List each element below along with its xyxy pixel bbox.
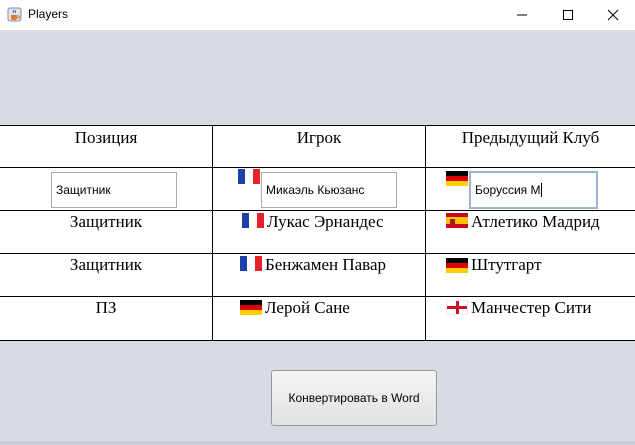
row-club: Штутгарт (471, 255, 542, 274)
germany-flag-icon (446, 171, 468, 186)
row-divider (0, 253, 635, 254)
text-caret (541, 183, 543, 197)
close-icon (607, 9, 619, 21)
close-button[interactable] (590, 0, 635, 30)
title-bar: Players (0, 0, 635, 30)
convert-button-label: Конвертировать в Word (288, 391, 420, 405)
maximize-icon (563, 10, 573, 20)
spain-flag-icon (446, 213, 468, 228)
window-title: Players (28, 7, 69, 21)
player-input[interactable]: Микаэль Кьюзанс (261, 172, 397, 208)
row-divider (0, 210, 635, 211)
convert-to-word-button[interactable]: Конвертировать в Word (271, 370, 437, 426)
row-divider (0, 167, 635, 168)
club-input-value: Боруссия М (475, 183, 541, 197)
java-cup-icon (7, 7, 22, 22)
row-position: Защитник (69, 255, 143, 274)
row-player: Лерой Сане (265, 298, 350, 317)
header-position: Позиция (74, 128, 138, 147)
header-previous-club: Предыдущий Клуб (461, 128, 600, 147)
position-input-value: Защитник (56, 183, 111, 197)
players-table: Позиция Игрок Предыдущий Клуб Защитник М… (0, 125, 635, 341)
england-flag-icon (446, 300, 468, 315)
column-divider (425, 126, 426, 340)
header-player: Игрок (296, 128, 342, 147)
position-input[interactable]: Защитник (51, 172, 177, 208)
maximize-button[interactable] (545, 0, 591, 30)
germany-flag-icon (446, 258, 468, 273)
france-flag-icon (238, 169, 260, 184)
minimize-icon (517, 14, 527, 16)
row-player: Лукас Эрнандес (267, 212, 384, 231)
club-input[interactable]: Боруссия М (469, 171, 598, 209)
row-divider (0, 296, 635, 297)
row-club: Манчестер Сити (471, 298, 592, 317)
row-player: Бенжамен Павар (265, 255, 387, 274)
column-divider (212, 126, 213, 340)
france-flag-icon (242, 213, 264, 228)
row-club: Атлетико Мадрид (471, 212, 600, 231)
row-position: ПЗ (95, 298, 117, 317)
window-bottom-edge (0, 441, 635, 445)
minimize-button[interactable] (499, 0, 545, 30)
germany-flag-icon (240, 300, 262, 315)
france-flag-icon (240, 256, 262, 271)
row-position: Защитник (69, 212, 143, 231)
player-input-value: Микаэль Кьюзанс (266, 183, 365, 197)
